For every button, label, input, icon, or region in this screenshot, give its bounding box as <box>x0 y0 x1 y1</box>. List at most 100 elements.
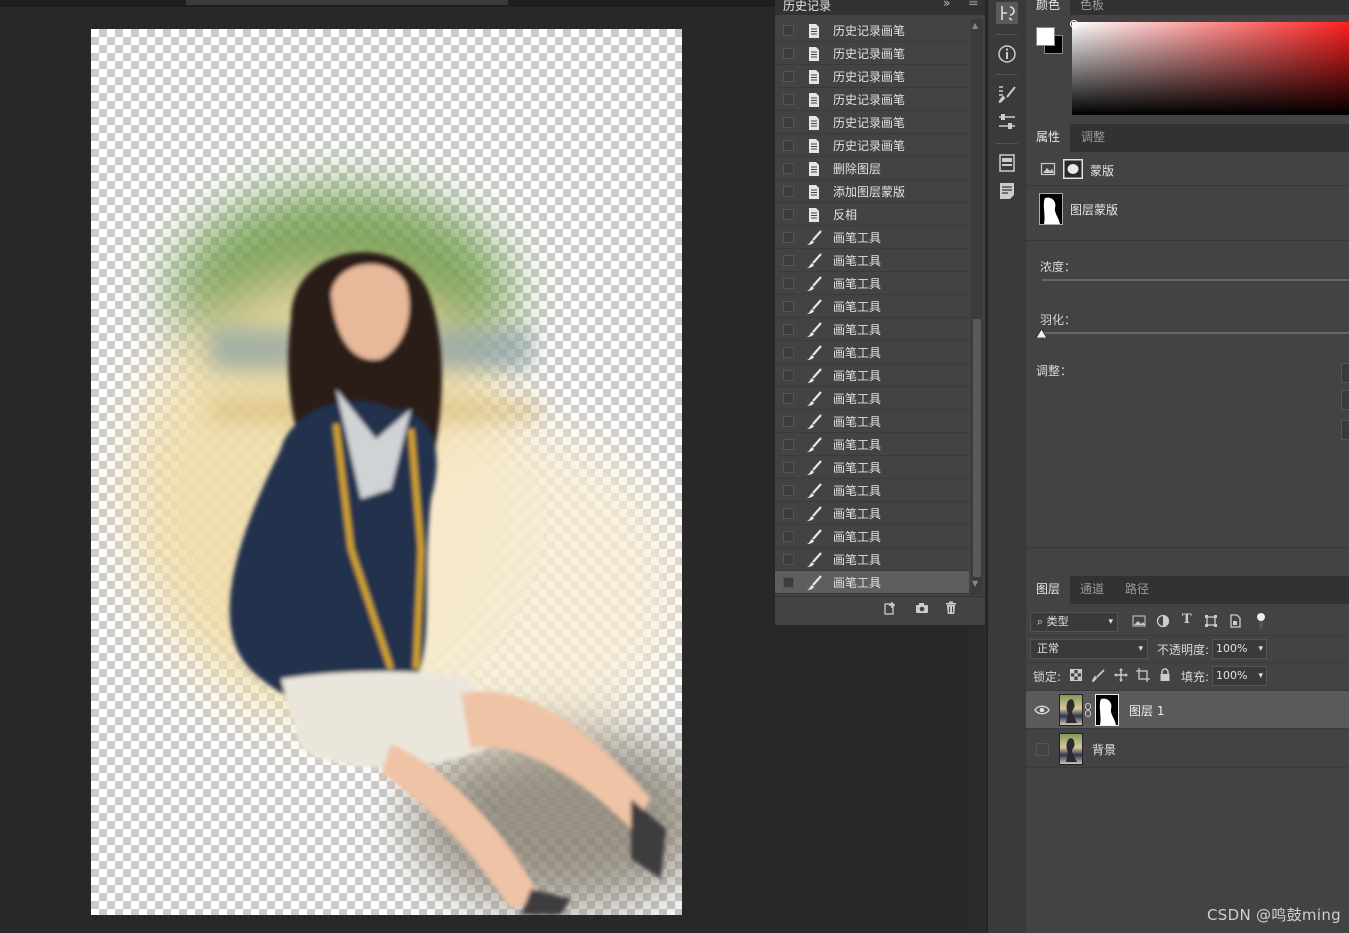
tab-layers[interactable]: 图层 <box>1026 576 1071 604</box>
filter-smart-object-icon[interactable] <box>1228 614 1242 628</box>
history-item[interactable]: 画笔工具 <box>775 387 969 410</box>
fill-input[interactable]: 100% ▾ <box>1212 666 1267 686</box>
camera-snapshot-icon[interactable] <box>914 600 930 616</box>
history-item[interactable]: 画笔工具 <box>775 479 969 502</box>
history-snapshot-source-checkbox[interactable] <box>783 531 794 542</box>
history-item[interactable]: 画笔工具 <box>775 548 969 571</box>
history-item[interactable]: 画笔工具 <box>775 364 969 387</box>
filter-type-layer-icon[interactable]: T <box>1182 612 1192 627</box>
trash-icon[interactable] <box>943 600 959 616</box>
layer-mask-thumbnail[interactable] <box>1039 193 1063 225</box>
history-item[interactable]: 添加图层蒙版 <box>775 180 969 203</box>
tab-swatches[interactable]: 色板 <box>1070 0 1114 15</box>
lock-all-icon[interactable] <box>1159 668 1171 682</box>
layer-row-background[interactable]: 背景 <box>1026 730 1349 768</box>
history-item[interactable]: 画笔工具 <box>775 341 969 364</box>
history-snapshot-source-checkbox[interactable] <box>783 278 794 289</box>
history-snapshot-source-checkbox[interactable] <box>783 255 794 266</box>
layer-filter-kind-select[interactable]: ⌕ 类型 ▾ <box>1030 612 1118 632</box>
history-snapshot-source-checkbox[interactable] <box>783 462 794 473</box>
history-item[interactable]: 历史记录画笔 <box>775 65 969 88</box>
density-slider[interactable] <box>1042 279 1349 281</box>
scroll-down-arrow-icon[interactable]: ▼ <box>972 579 978 588</box>
info-icon[interactable] <box>996 43 1018 65</box>
invert-button[interactable] <box>1341 420 1349 440</box>
opacity-input[interactable]: 100% ▾ <box>1212 639 1267 659</box>
history-snapshot-source-checkbox[interactable] <box>783 94 794 105</box>
history-snapshot-source-checkbox[interactable] <box>783 71 794 82</box>
history-item[interactable]: 画笔工具 <box>775 433 969 456</box>
feather-slider-handle-icon[interactable] <box>1036 329 1047 338</box>
history-panel-title[interactable]: 历史记录 <box>783 0 831 14</box>
lock-image-pixels-icon[interactable] <box>1092 669 1105 682</box>
filter-shape-layer-icon[interactable] <box>1204 614 1218 628</box>
history-snapshot-source-checkbox[interactable] <box>783 577 794 588</box>
history-item[interactable]: 画笔工具 <box>775 226 969 249</box>
history-snapshot-source-checkbox[interactable] <box>783 370 794 381</box>
adjustment-sliders-icon[interactable] <box>996 111 1018 133</box>
history-snapshot-source-checkbox[interactable] <box>783 25 794 36</box>
layer-thumbnail[interactable] <box>1059 694 1083 726</box>
history-item[interactable]: 反相 <box>775 203 969 226</box>
tab-properties[interactable]: 属性 <box>1026 124 1071 152</box>
layer-row-layer-1[interactable]: 图层 1 <box>1026 691 1349 729</box>
filter-toggle-icon[interactable] <box>1256 612 1266 630</box>
collapse-panel-icon[interactable]: » <box>943 0 950 10</box>
brush-settings-icon[interactable] <box>996 83 1018 105</box>
new-document-from-state-icon[interactable] <box>882 600 898 616</box>
history-snapshot-source-checkbox[interactable] <box>783 485 794 496</box>
layer-name[interactable]: 图层 1 <box>1129 702 1164 719</box>
filter-adjustment-layer-icon[interactable] <box>1156 614 1170 628</box>
history-snapshot-source-checkbox[interactable] <box>783 209 794 220</box>
notes-icon[interactable] <box>996 180 1018 202</box>
history-snapshot-source-checkbox[interactable] <box>783 232 794 243</box>
history-snapshot-source-checkbox[interactable] <box>783 554 794 565</box>
history-snapshot-source-checkbox[interactable] <box>783 439 794 450</box>
history-snapshot-source-checkbox[interactable] <box>783 347 794 358</box>
history-item[interactable]: 画笔工具 <box>775 318 969 341</box>
history-snapshot-source-checkbox[interactable] <box>783 140 794 151</box>
visibility-toggle-off[interactable] <box>1036 743 1049 756</box>
layer-thumbnail[interactable] <box>1059 733 1083 765</box>
history-item[interactable]: 历史记录画笔 <box>775 88 969 111</box>
history-item[interactable]: 画笔工具 <box>775 571 969 594</box>
panel-menu-icon[interactable]: ≡ <box>968 0 979 10</box>
history-snapshot-source-checkbox[interactable] <box>783 508 794 519</box>
mask-link-chain-icon[interactable] <box>1084 703 1092 717</box>
feather-slider[interactable] <box>1042 332 1349 334</box>
blend-mode-select[interactable]: 正常 ▾ <box>1030 639 1148 659</box>
history-item[interactable]: 画笔工具 <box>775 295 969 318</box>
filter-pixel-layer-icon[interactable] <box>1132 614 1146 628</box>
lock-transparent-pixels-icon[interactable] <box>1070 669 1082 681</box>
scroll-up-arrow-icon[interactable]: ▲ <box>972 21 978 30</box>
history-item[interactable]: 画笔工具 <box>775 272 969 295</box>
history-snapshot-source-checkbox[interactable] <box>783 48 794 59</box>
history-snapshot-source-checkbox[interactable] <box>783 117 794 128</box>
history-snapshot-source-checkbox[interactable] <box>783 301 794 312</box>
history-item[interactable]: 删除图层 <box>775 157 969 180</box>
eye-visibility-icon[interactable] <box>1034 704 1050 716</box>
document-tab[interactable] <box>186 0 508 5</box>
tab-adjustments[interactable]: 调整 <box>1071 124 1115 152</box>
history-item[interactable]: 历史记录画笔 <box>775 134 969 157</box>
pixel-mask-icon[interactable] <box>1040 161 1056 177</box>
history-snapshot-source-checkbox[interactable] <box>783 163 794 174</box>
color-picker-cursor[interactable] <box>1070 20 1078 28</box>
history-item[interactable]: 历史记录画笔 <box>775 42 969 65</box>
history-item[interactable]: 画笔工具 <box>775 410 969 433</box>
history-item[interactable]: 画笔工具 <box>775 502 969 525</box>
history-snapshot-source-checkbox[interactable] <box>783 324 794 335</box>
tab-color[interactable]: 颜色 <box>1026 0 1071 15</box>
history-snapshot-source-checkbox[interactable] <box>783 416 794 427</box>
history-scrollbar[interactable]: ▲ ▼ <box>971 19 983 595</box>
layer-mask-icon[interactable] <box>1063 159 1083 179</box>
history-snapshot-source-checkbox[interactable] <box>783 393 794 404</box>
history-item[interactable]: 画笔工具 <box>775 456 969 479</box>
select-and-mask-button[interactable] <box>1341 363 1349 383</box>
tab-paths[interactable]: 路径 <box>1115 576 1159 604</box>
history-panel-icon[interactable] <box>996 2 1018 24</box>
history-snapshot-source-checkbox[interactable] <box>783 186 794 197</box>
history-item[interactable]: 画笔工具 <box>775 525 969 548</box>
lock-artboard-icon[interactable] <box>1136 668 1150 682</box>
history-item[interactable]: 历史记录画笔 <box>775 19 969 42</box>
